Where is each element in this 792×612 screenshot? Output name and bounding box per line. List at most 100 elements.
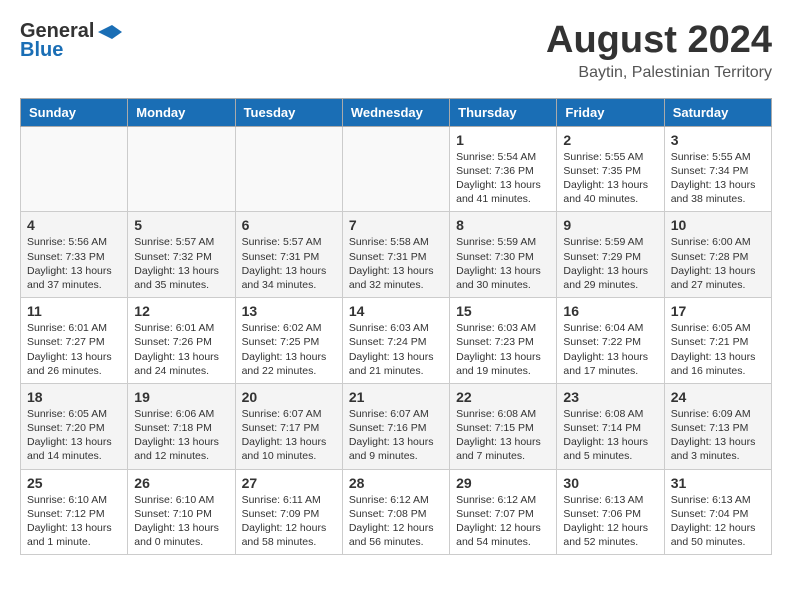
day-info: Sunrise: 5:59 AM Sunset: 7:30 PM Dayligh…: [456, 235, 550, 292]
day-info: Sunrise: 5:55 AM Sunset: 7:34 PM Dayligh…: [671, 150, 765, 207]
day-number: 14: [349, 303, 443, 319]
day-number: 10: [671, 217, 765, 233]
day-info: Sunrise: 5:54 AM Sunset: 7:36 PM Dayligh…: [456, 150, 550, 207]
day-info: Sunrise: 6:11 AM Sunset: 7:09 PM Dayligh…: [242, 493, 336, 550]
day-number: 2: [563, 132, 657, 148]
day-number: 7: [349, 217, 443, 233]
col-header-sunday: Sunday: [21, 98, 128, 126]
calendar-cell: 10 Sunrise: 6:00 AM Sunset: 7:28 PM Dayli…: [664, 212, 771, 298]
col-header-saturday: Saturday: [664, 98, 771, 126]
calendar-cell: 6 Sunrise: 5:57 AM Sunset: 7:31 PM Daylig…: [235, 212, 342, 298]
calendar-cell: 23 Sunrise: 6:08 AM Sunset: 7:14 PM Dayli…: [557, 383, 664, 469]
calendar-cell: 13 Sunrise: 6:02 AM Sunset: 7:25 PM Dayli…: [235, 298, 342, 384]
day-info: Sunrise: 6:01 AM Sunset: 7:26 PM Dayligh…: [134, 321, 228, 378]
calendar-week-row: 1Sunrise: 5:54 AM Sunset: 7:36 PM Daylig…: [21, 126, 772, 212]
day-number: 18: [27, 389, 121, 405]
day-number: 21: [349, 389, 443, 405]
calendar-cell: 18 Sunrise: 6:05 AM Sunset: 7:20 PM Dayli…: [21, 383, 128, 469]
day-number: 30: [563, 475, 657, 491]
day-number: 27: [242, 475, 336, 491]
calendar-cell: 1Sunrise: 5:54 AM Sunset: 7:36 PM Daylig…: [450, 126, 557, 212]
day-info: Sunrise: 5:57 AM Sunset: 7:32 PM Dayligh…: [134, 235, 228, 292]
calendar-cell: 21 Sunrise: 6:07 AM Sunset: 7:16 PM Dayli…: [342, 383, 449, 469]
calendar-cell: 29Sunrise: 6:12 AM Sunset: 7:07 PM Dayli…: [450, 469, 557, 555]
calendar-cell: 20Sunrise: 6:07 AM Sunset: 7:17 PM Dayli…: [235, 383, 342, 469]
day-info: Sunrise: 6:04 AM Sunset: 7:22 PM Dayligh…: [563, 321, 657, 378]
day-number: 9: [563, 217, 657, 233]
day-info: Sunrise: 6:02 AM Sunset: 7:25 PM Dayligh…: [242, 321, 336, 378]
logo-bird-icon: [96, 23, 122, 41]
calendar-week-row: 18 Sunrise: 6:05 AM Sunset: 7:20 PM Dayli…: [21, 383, 772, 469]
day-number: 12: [134, 303, 228, 319]
day-number: 22: [456, 389, 550, 405]
calendar-cell: 15Sunrise: 6:03 AM Sunset: 7:23 PM Dayli…: [450, 298, 557, 384]
day-info: Sunrise: 5:58 AM Sunset: 7:31 PM Dayligh…: [349, 235, 443, 292]
calendar-cell: 26Sunrise: 6:10 AM Sunset: 7:10 PM Dayli…: [128, 469, 235, 555]
calendar-cell: 16 Sunrise: 6:04 AM Sunset: 7:22 PM Dayli…: [557, 298, 664, 384]
day-number: 16: [563, 303, 657, 319]
calendar-cell: 30Sunrise: 6:13 AM Sunset: 7:06 PM Dayli…: [557, 469, 664, 555]
subtitle: Baytin, Palestinian Territory: [546, 64, 772, 82]
calendar-cell: 25 Sunrise: 6:10 AM Sunset: 7:12 PM Dayli…: [21, 469, 128, 555]
day-info: Sunrise: 6:09 AM Sunset: 7:13 PM Dayligh…: [671, 407, 765, 464]
calendar-cell: 11 Sunrise: 6:01 AM Sunset: 7:27 PM Dayli…: [21, 298, 128, 384]
day-number: 26: [134, 475, 228, 491]
day-number: 11: [27, 303, 121, 319]
day-number: 17: [671, 303, 765, 319]
day-number: 8: [456, 217, 550, 233]
calendar-table: SundayMondayTuesdayWednesdayThursdayFrid…: [20, 98, 772, 555]
day-info: Sunrise: 6:05 AM Sunset: 7:21 PM Dayligh…: [671, 321, 765, 378]
day-info: Sunrise: 6:01 AM Sunset: 7:27 PM Dayligh…: [27, 321, 121, 378]
calendar-cell: 3 Sunrise: 5:55 AM Sunset: 7:34 PM Daylig…: [664, 126, 771, 212]
day-number: 19: [134, 389, 228, 405]
day-info: Sunrise: 6:12 AM Sunset: 7:07 PM Dayligh…: [456, 493, 550, 550]
calendar-cell: 27 Sunrise: 6:11 AM Sunset: 7:09 PM Dayli…: [235, 469, 342, 555]
day-info: Sunrise: 6:00 AM Sunset: 7:28 PM Dayligh…: [671, 235, 765, 292]
day-number: 6: [242, 217, 336, 233]
title-block: August 2024 Baytin, Palestinian Territor…: [546, 20, 772, 82]
calendar-cell: 5 Sunrise: 5:57 AM Sunset: 7:32 PM Daylig…: [128, 212, 235, 298]
calendar-cell: 28 Sunrise: 6:12 AM Sunset: 7:08 PM Dayli…: [342, 469, 449, 555]
calendar-cell: [342, 126, 449, 212]
calendar-cell: 7 Sunrise: 5:58 AM Sunset: 7:31 PM Daylig…: [342, 212, 449, 298]
day-number: 13: [242, 303, 336, 319]
logo: General Blue: [20, 20, 122, 62]
calendar-cell: 4 Sunrise: 5:56 AM Sunset: 7:33 PM Daylig…: [21, 212, 128, 298]
day-number: 24: [671, 389, 765, 405]
main-title: August 2024: [546, 20, 772, 62]
calendar-cell: [21, 126, 128, 212]
day-info: Sunrise: 6:12 AM Sunset: 7:08 PM Dayligh…: [349, 493, 443, 550]
day-info: Sunrise: 6:03 AM Sunset: 7:24 PM Dayligh…: [349, 321, 443, 378]
day-info: Sunrise: 6:05 AM Sunset: 7:20 PM Dayligh…: [27, 407, 121, 464]
calendar-cell: 17 Sunrise: 6:05 AM Sunset: 7:21 PM Dayli…: [664, 298, 771, 384]
day-info: Sunrise: 5:59 AM Sunset: 7:29 PM Dayligh…: [563, 235, 657, 292]
calendar-cell: [235, 126, 342, 212]
calendar-week-row: 11 Sunrise: 6:01 AM Sunset: 7:27 PM Dayli…: [21, 298, 772, 384]
day-info: Sunrise: 6:10 AM Sunset: 7:12 PM Dayligh…: [27, 493, 121, 550]
calendar-cell: 31 Sunrise: 6:13 AM Sunset: 7:04 PM Dayli…: [664, 469, 771, 555]
calendar-cell: 14 Sunrise: 6:03 AM Sunset: 7:24 PM Dayli…: [342, 298, 449, 384]
calendar-week-row: 4 Sunrise: 5:56 AM Sunset: 7:33 PM Daylig…: [21, 212, 772, 298]
day-number: 5: [134, 217, 228, 233]
day-info: Sunrise: 6:07 AM Sunset: 7:17 PM Dayligh…: [242, 407, 336, 464]
calendar-cell: 8 Sunrise: 5:59 AM Sunset: 7:30 PM Daylig…: [450, 212, 557, 298]
day-info: Sunrise: 6:08 AM Sunset: 7:14 PM Dayligh…: [563, 407, 657, 464]
day-info: Sunrise: 5:56 AM Sunset: 7:33 PM Dayligh…: [27, 235, 121, 292]
logo-blue: Blue: [20, 39, 63, 62]
calendar-cell: 24 Sunrise: 6:09 AM Sunset: 7:13 PM Dayli…: [664, 383, 771, 469]
day-info: Sunrise: 6:13 AM Sunset: 7:04 PM Dayligh…: [671, 493, 765, 550]
day-info: Sunrise: 6:06 AM Sunset: 7:18 PM Dayligh…: [134, 407, 228, 464]
day-number: 25: [27, 475, 121, 491]
calendar-header-row: SundayMondayTuesdayWednesdayThursdayFrid…: [21, 98, 772, 126]
day-number: 28: [349, 475, 443, 491]
day-info: Sunrise: 5:57 AM Sunset: 7:31 PM Dayligh…: [242, 235, 336, 292]
col-header-monday: Monday: [128, 98, 235, 126]
day-number: 4: [27, 217, 121, 233]
day-info: Sunrise: 6:07 AM Sunset: 7:16 PM Dayligh…: [349, 407, 443, 464]
day-number: 23: [563, 389, 657, 405]
calendar-cell: [128, 126, 235, 212]
day-number: 31: [671, 475, 765, 491]
day-number: 3: [671, 132, 765, 148]
col-header-friday: Friday: [557, 98, 664, 126]
col-header-wednesday: Wednesday: [342, 98, 449, 126]
